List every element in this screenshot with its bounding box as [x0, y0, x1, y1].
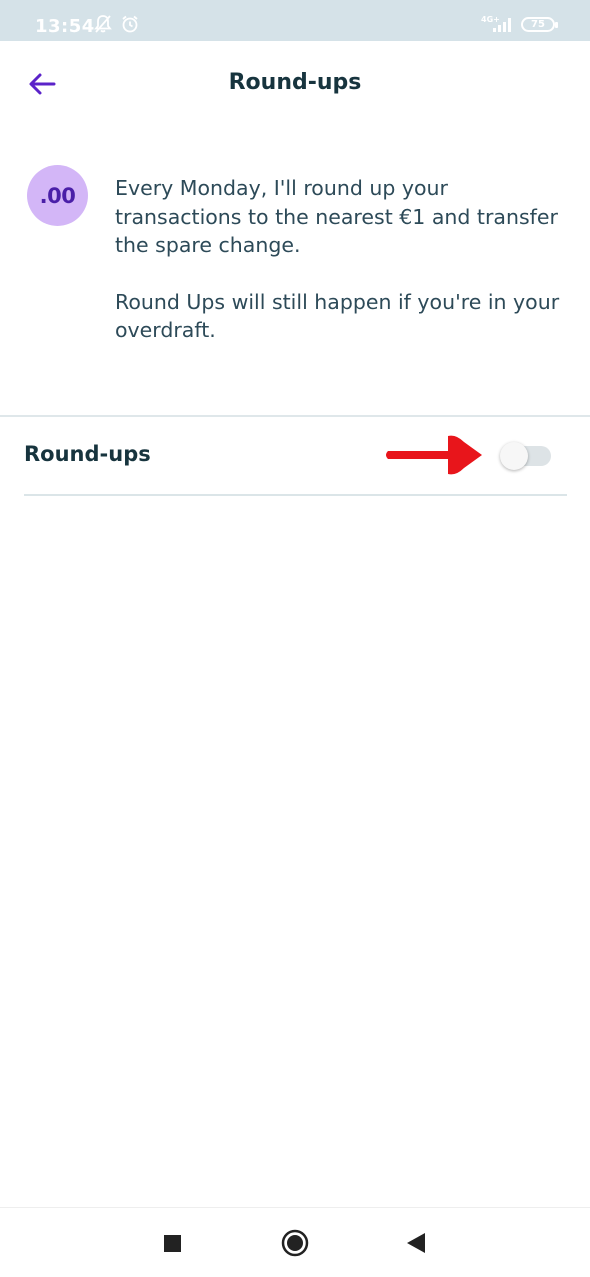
toggle-knob [500, 442, 528, 470]
roundup-description: Every Monday, I'll round up your transac… [115, 174, 565, 345]
divider [0, 415, 590, 417]
roundups-toggle[interactable] [500, 442, 551, 470]
alarm-icon [120, 14, 140, 38]
roundup-badge: .00 [27, 165, 88, 226]
system-nav-bar [0, 1207, 590, 1277]
roundups-setting-label: Round-ups [24, 442, 151, 466]
status-bar: 13:54 4G+ 75 [0, 0, 590, 41]
divider [24, 494, 567, 496]
battery-level: 75 [531, 19, 545, 30]
description-paragraph: Round Ups will still happen if you're in… [115, 289, 560, 343]
battery-icon: 75 [521, 17, 558, 32]
recents-square-icon[interactable] [163, 1234, 182, 1257]
back-triangle-icon[interactable] [405, 1232, 427, 1258]
notifications-off-icon [93, 14, 113, 38]
red-arrow-icon [386, 435, 482, 475]
home-circle-icon[interactable] [281, 1229, 309, 1261]
status-time: 13:54 [35, 16, 95, 37]
signal-icon [492, 17, 514, 37]
description-paragraph: Every Monday, I'll round up your transac… [115, 176, 558, 257]
page-title: Round-ups [228, 70, 362, 95]
